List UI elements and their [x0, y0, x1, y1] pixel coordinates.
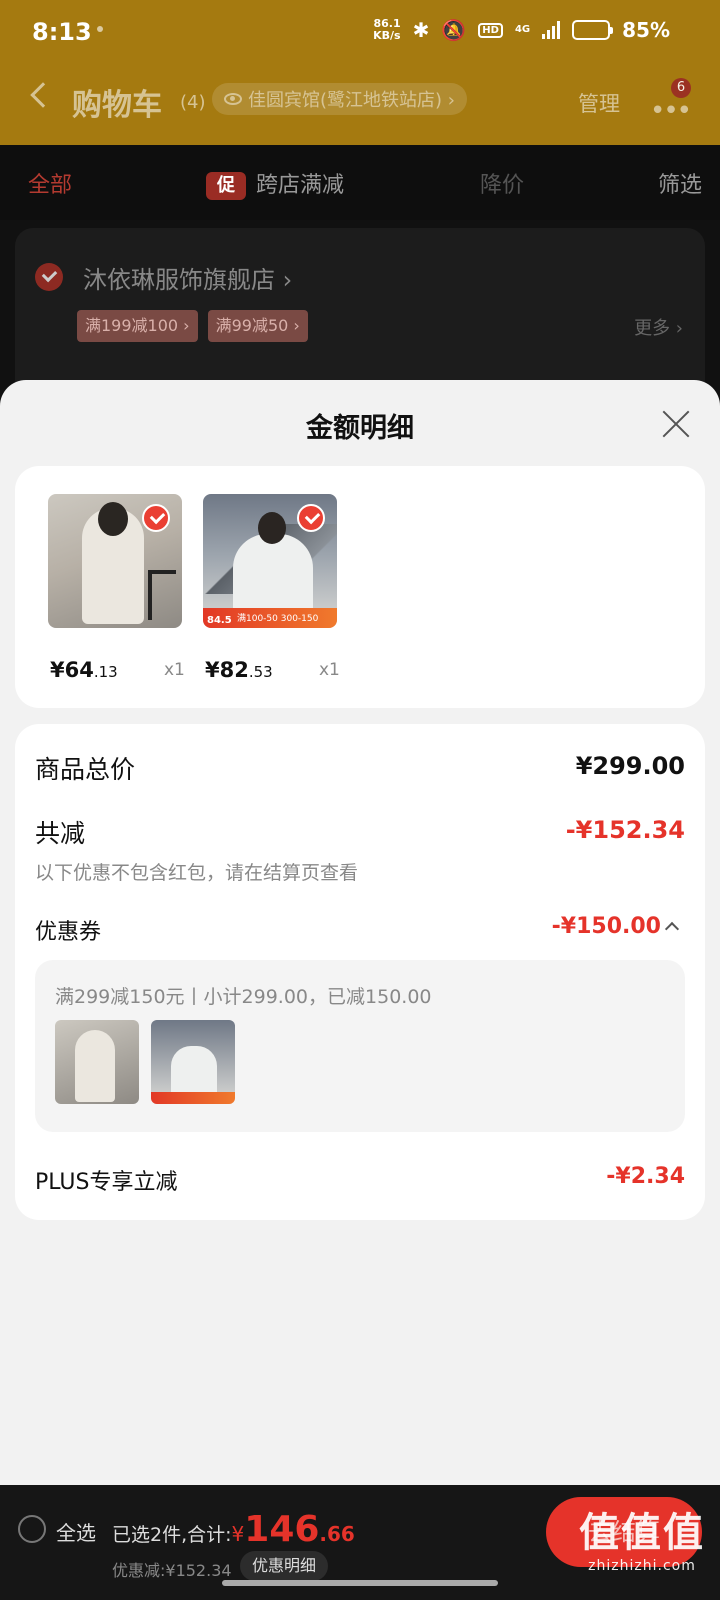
net-speed: 86.1 KB/s [373, 18, 400, 42]
tab-cross-store-label: 跨店满减 [256, 173, 345, 198]
coupon-detail-box: 满299减150元丨小计299.00，已减150.00 [35, 960, 685, 1132]
product-image-man-jacket[interactable]: 84.5 满100-50 300-150 [203, 494, 337, 628]
more-icon[interactable]: ••• [650, 96, 692, 126]
chevron-up-icon[interactable] [664, 921, 680, 937]
notification-dot-icon [97, 26, 103, 32]
price-breakdown-card: 商品总价 ¥299.00 共减 -¥152.34 以下优惠不包含红包，请在结算页… [15, 724, 705, 1220]
discount-detail-button[interactable]: 优惠明细 [240, 1551, 329, 1581]
status-icons: 86.1 KB/s ✱ 🔕 HD 4G 85% [373, 18, 670, 43]
back-icon[interactable] [30, 82, 56, 108]
coupon-tag[interactable]: 满199减100 › [77, 310, 198, 342]
close-icon[interactable] [660, 408, 692, 440]
coupon-item-thumb [55, 1020, 139, 1104]
battery-percent: 85% [622, 18, 670, 42]
item-quantity: x1 [164, 660, 185, 680]
home-indicator[interactable] [222, 1580, 498, 1586]
coupon-value[interactable]: -¥150.00 [552, 914, 661, 939]
hd-badge: HD [478, 22, 503, 38]
store-more-link[interactable]: 更多 › [634, 314, 683, 340]
sheet-title: 金额明细 [306, 413, 414, 444]
tab-filter[interactable]: 筛选 [658, 167, 702, 199]
tab-all[interactable]: 全部 [28, 167, 72, 199]
bluetooth-icon: ✱ [412, 18, 430, 42]
battery-icon [572, 20, 614, 40]
product-image-woman-coat[interactable] [48, 494, 182, 628]
net-speed-unit: KB/s [373, 29, 401, 42]
plus-discount-value: -¥2.34 [606, 1164, 685, 1189]
discount-note: 以下优惠不包含红包，请在结算页查看 [35, 862, 359, 884]
summary-prefix: 已选2件,合计: [112, 1524, 232, 1546]
total-price-value: ¥299.00 [575, 752, 685, 780]
item-check-icon[interactable] [142, 504, 170, 532]
amount-detail-sheet: 金额明细 ¥64.13 x1 84.5 满100-50 300-150 ¥82.… [0, 380, 720, 1485]
currency-symbol: ¥ [231, 1522, 245, 1546]
mute-icon: 🔕 [441, 18, 467, 42]
discount-summary: 优惠减:¥152.34 [112, 1561, 232, 1580]
coupon-description: 满299减150元丨小计299.00，已减150.00 [55, 986, 432, 1008]
promo-strip-text: 满100-50 300-150 [237, 614, 319, 624]
item-card[interactable]: ¥64.13 x1 [48, 494, 188, 684]
store-card: 沐依琳服饰旗舰店 › 满199减100 › 满99减50 › 更多 › [15, 228, 705, 398]
store-name[interactable]: 沐依琳服饰旗舰店 › [83, 260, 292, 295]
nav-bar: 购物车 (4) 佳圆宾馆(鹭江地铁站店) › 管理 ••• [0, 80, 720, 126]
filter-tabs: 全部 促跨店满减 降价 筛选 [0, 145, 720, 220]
total-integer: 146 [244, 1509, 320, 1550]
watermark-url: zhizhizhi.com [588, 1558, 696, 1574]
signal-icon [542, 21, 561, 39]
network-badge: 4G [515, 25, 530, 35]
total-discount-label: 共减 [35, 819, 86, 848]
order-summary: 已选2件,合计:¥146.66 [112, 1509, 355, 1550]
item-quantity: x1 [319, 660, 340, 680]
network-label: 4G [514, 24, 531, 35]
item-check-icon[interactable] [297, 504, 325, 532]
item-price: ¥64.13 [50, 658, 118, 682]
page-title: 购物车 [72, 88, 162, 123]
watermark-logo: 值值值 zhizhizhi.com [572, 1500, 712, 1598]
tab-cross-store[interactable]: 促跨店满减 [206, 167, 344, 200]
location-eye-icon [224, 93, 242, 105]
plus-discount-label: PLUS专享立减 [35, 1170, 178, 1195]
store-coupons: 满199减100 › 满99减50 › [77, 310, 308, 342]
cart-count: (4) [180, 92, 206, 113]
promo-strip-price: 84.5 [207, 615, 232, 626]
notification-badge: 6 [671, 78, 691, 98]
top-header: 8:13 86.1 KB/s ✱ 🔕 HD 4G 85% 购物车 (4) 佳圆宾… [0, 0, 720, 145]
coupon-label[interactable]: 优惠券 [35, 914, 101, 946]
tab-price-drop[interactable]: 降价 [480, 167, 524, 199]
total-discount-value: -¥152.34 [565, 816, 685, 844]
total-price-label: 商品总价 [35, 755, 136, 784]
status-time: 8:13 [32, 18, 92, 46]
select-all-radio[interactable] [18, 1515, 46, 1543]
total-decimal: .66 [319, 1522, 355, 1546]
promo-icon: 促 [206, 172, 246, 200]
select-all-label[interactable]: 全选 [56, 1517, 96, 1546]
watermark-main: 值值值 [579, 1510, 705, 1556]
coupon-tag[interactable]: 满99减50 › [207, 310, 308, 342]
store-checkbox[interactable] [35, 263, 63, 291]
manage-button[interactable]: 管理 [578, 88, 620, 118]
item-price: ¥82.53 [205, 658, 273, 682]
selected-items-card: ¥64.13 x1 84.5 满100-50 300-150 ¥82.53 x1 [15, 466, 705, 708]
address-selector[interactable]: 佳圆宾馆(鹭江地铁站店) › [212, 83, 467, 115]
item-card[interactable]: 84.5 满100-50 300-150 ¥82.53 x1 [203, 494, 343, 684]
address-text: 佳圆宾馆(鹭江地铁站店) › [248, 90, 455, 111]
coupon-item-thumb [151, 1020, 235, 1104]
